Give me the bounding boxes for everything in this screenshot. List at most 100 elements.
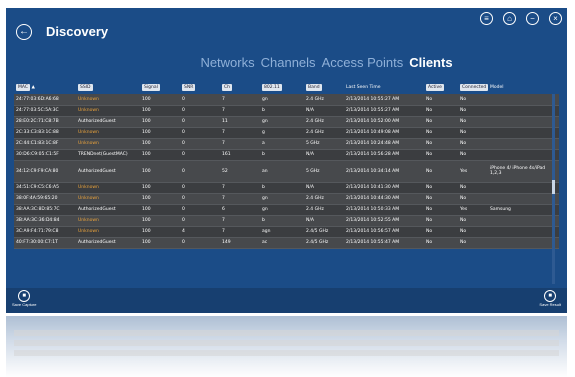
table-row[interactable]: 30:D6:C9:05:C1:5F TRENDnet(GuestMAC) 100 0 1… bbox=[14, 149, 559, 161]
tab-channels[interactable]: Channels bbox=[261, 55, 316, 70]
table-cell: 11 bbox=[220, 116, 260, 128]
table-cell: 2/13/2014 10:34:14 AM bbox=[344, 160, 424, 183]
reflection-row bbox=[14, 330, 559, 336]
table-cell: 2.4 GHz bbox=[304, 204, 344, 216]
table-cell: an bbox=[260, 160, 304, 183]
save-capture-button[interactable]: ■ Save Capture bbox=[12, 290, 36, 307]
discovery-screen: ← Discovery ≡ ⌂ − × Networks Channels Ac… bbox=[6, 8, 567, 313]
table-cell: Yes bbox=[458, 160, 488, 183]
table-cell: No bbox=[458, 149, 488, 161]
table-cell: No bbox=[424, 160, 458, 183]
table-cell: 100 bbox=[140, 116, 180, 128]
table-cell: iPhone 4/ iPhone 4s/iPad 1,2,3 bbox=[488, 160, 559, 183]
column-header-band[interactable]: Band bbox=[304, 80, 344, 94]
table-row[interactable]: 38:AA:3C:8D:85:7C AuthorizedGuest 100 0 6 gn 2… bbox=[14, 204, 559, 216]
save-capture-label: Save Capture bbox=[12, 302, 37, 307]
tab-access-points[interactable]: Access Points bbox=[322, 55, 404, 70]
table-cell: 100 bbox=[140, 94, 180, 106]
column-header-channel[interactable]: Ch bbox=[220, 80, 260, 94]
table-cell: No bbox=[424, 226, 458, 238]
table-cell: 161 bbox=[220, 149, 260, 161]
column-header-model[interactable]: Model bbox=[488, 80, 559, 94]
table-cell: 2C:33:C3:83:1C:88 bbox=[14, 127, 76, 139]
table-cell bbox=[488, 226, 559, 238]
app-root: ← Discovery ≡ ⌂ − × Networks Channels Ac… bbox=[0, 0, 575, 377]
table-cell: 0 bbox=[180, 204, 220, 216]
column-header-connected[interactable]: Connected bbox=[458, 80, 489, 94]
column-header-last-seen[interactable]: Last Seen Time bbox=[344, 80, 424, 94]
table-cell: No bbox=[424, 215, 458, 227]
table-header: MAC ▲ SSID Signal SNR Ch 802.11 Band Las… bbox=[14, 80, 559, 94]
table-cell: 2/13/2014 10:52:00 AM bbox=[344, 116, 424, 128]
table-cell: 2.4 GHz bbox=[304, 193, 344, 205]
table-cell bbox=[488, 215, 559, 227]
table-cell: 2/13/2014 10:55:27 AM bbox=[344, 105, 424, 117]
column-header-80211[interactable]: 802.11 bbox=[260, 80, 304, 94]
table-cell: No bbox=[424, 182, 458, 194]
table-row[interactable]: 2C:44:C1:83:1C:8F Unknown 100 0 7 a 5 GHz 2/13/… bbox=[14, 138, 559, 150]
table-cell: No bbox=[424, 237, 458, 249]
table-cell: b bbox=[260, 215, 304, 227]
column-header-signal[interactable]: Signal bbox=[140, 80, 180, 94]
table-cell: 0 bbox=[180, 149, 220, 161]
table-row[interactable]: 24:77:03:5C:5A:3C Unknown 100 0 7 b N/A 2/13/20… bbox=[14, 105, 559, 117]
table-row[interactable]: 34:51:C9:C5:C6:A5 Unknown 100 0 7 b N/A 2/13/20… bbox=[14, 182, 559, 194]
table-cell: 7 bbox=[220, 138, 260, 150]
close-icon[interactable]: × bbox=[549, 12, 562, 25]
table-cell: Unknown bbox=[76, 138, 140, 150]
home-icon[interactable]: ⌂ bbox=[503, 12, 516, 25]
arrow-left-icon[interactable]: ← bbox=[16, 24, 32, 40]
table-cell: AuthorizedGuest bbox=[76, 204, 140, 216]
table-cell: N/A bbox=[304, 182, 344, 194]
table-row[interactable]: 40:F7:30:00:C7:1T AuthorizedGuest 100 0 149 a… bbox=[14, 237, 559, 249]
table-cell: 38:AA:3C:8D:85:7C bbox=[14, 204, 76, 216]
table-cell: Unknown bbox=[76, 226, 140, 238]
table-row[interactable]: 24:77:03:6D:A6:68 Unknown 100 0 7 gn 2.4 GHz 2/… bbox=[14, 94, 559, 106]
table-scrollbar-thumb[interactable] bbox=[552, 180, 555, 194]
table-cell: 3C:A9:F4:71:79:C8 bbox=[14, 226, 76, 238]
table-cell: Unknown bbox=[76, 94, 140, 106]
table-cell: 2/13/2014 10:56:28 AM bbox=[344, 149, 424, 161]
table-cell: No bbox=[458, 105, 488, 117]
table-cell: 7 bbox=[220, 215, 260, 227]
table-cell: gn bbox=[260, 204, 304, 216]
table-cell: 2/13/2014 10:24:48 AM bbox=[344, 138, 424, 150]
tab-clients[interactable]: Clients bbox=[409, 55, 452, 70]
table-cell: a bbox=[260, 138, 304, 150]
table-cell: 0 bbox=[180, 94, 220, 106]
table-cell: No bbox=[458, 193, 488, 205]
table-cell: TRENDnet(GuestMAC) bbox=[76, 149, 140, 161]
table-row[interactable]: 38:0F:4A:59:65:20 Unknown 100 0 7 gn 2.4 GHz 2/… bbox=[14, 193, 559, 205]
table-cell bbox=[488, 138, 559, 150]
column-header-ssid[interactable]: SSID bbox=[76, 80, 140, 94]
menu-icon[interactable]: ≡ bbox=[480, 12, 493, 25]
table-row[interactable]: 3B:AA:3C:36:D4:84 Unknown 100 0 7 b N/A 2/13/20… bbox=[14, 215, 559, 227]
table-cell: 3B:AA:3C:36:D4:84 bbox=[14, 215, 76, 227]
table-cell: No bbox=[458, 127, 488, 139]
tab-networks[interactable]: Networks bbox=[200, 55, 254, 70]
table-cell bbox=[488, 149, 559, 161]
table-cell: Samsung bbox=[488, 204, 559, 216]
save-result-button[interactable]: ■ Save Result bbox=[539, 290, 561, 307]
table-row[interactable]: 2C:33:C3:83:1C:88 Unknown 100 0 7 g 2.4 GHz 2/1… bbox=[14, 127, 559, 139]
table-row[interactable]: 3C:A9:F4:71:79:C8 Unknown 100 4 7 agn 2.4/5 GH… bbox=[14, 226, 559, 238]
table-cell: 0 bbox=[180, 182, 220, 194]
table-cell: No bbox=[424, 105, 458, 117]
column-header-active[interactable]: Active bbox=[424, 80, 458, 94]
table-cell bbox=[488, 105, 559, 117]
table-cell: No bbox=[458, 237, 488, 249]
table-cell: 2.4 GHz bbox=[304, 94, 344, 106]
table-cell: No bbox=[458, 226, 488, 238]
table-cell: 2/13/2014 10:55:47 AM bbox=[344, 237, 424, 249]
table-row[interactable]: 34:12:C9:F9:CA:80 AuthorizedGuest 100 0 52 an… bbox=[14, 160, 559, 183]
table-cell: 7 bbox=[220, 193, 260, 205]
table-cell: 100 bbox=[140, 127, 180, 139]
table-cell: 100 bbox=[140, 215, 180, 227]
table-cell: 0 bbox=[180, 160, 220, 183]
column-header-snr[interactable]: SNR bbox=[180, 80, 220, 94]
save-result-icon: ■ bbox=[544, 290, 557, 302]
column-header-mac[interactable]: MAC ▲ bbox=[14, 80, 76, 94]
table-cell: b bbox=[260, 149, 304, 161]
table-row[interactable]: 28:E0:2C:71:C8:7B AuthorizedGuest 100 0 11 gn… bbox=[14, 116, 559, 128]
minimize-icon[interactable]: − bbox=[526, 12, 539, 25]
